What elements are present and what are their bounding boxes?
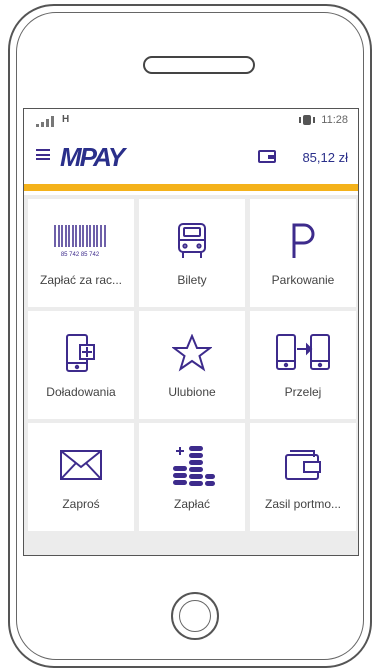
envelope-icon — [51, 443, 111, 487]
clock: 11:28 — [321, 114, 348, 126]
status-bar: H 11:28 — [24, 109, 358, 131]
tile-label: Zasil portmo... — [264, 497, 342, 511]
tile-label: Zapłać — [173, 497, 211, 511]
tile-pay[interactable]: Zapłać — [139, 423, 245, 531]
tile-label: Przelej — [284, 385, 322, 399]
tile-tickets[interactable]: Bilety — [139, 199, 245, 307]
tile-topups[interactable]: Doładowania — [28, 311, 134, 419]
tile-favorites[interactable]: Ulubione — [139, 311, 245, 419]
speaker-slot — [143, 56, 255, 74]
home-button[interactable] — [171, 592, 219, 640]
tile-label: Zapłać za rac... — [39, 273, 123, 287]
wallet-balance-icon[interactable] — [258, 150, 276, 163]
wallet-balance[interactable]: 85,12 zł — [302, 150, 348, 165]
menu-grid: 85 742 85 742 Zapłać za rac... Bilety Pa… — [24, 195, 358, 555]
tile-label: Doładowania — [46, 385, 116, 399]
bus-icon — [162, 219, 222, 263]
parking-icon — [273, 219, 333, 263]
tile-transfer[interactable]: Przelej — [250, 311, 356, 419]
tile-label: Parkowanie — [271, 273, 335, 287]
wallet-icon — [273, 443, 333, 487]
star-icon — [162, 331, 222, 375]
tile-parking[interactable]: Parkowanie — [250, 199, 356, 307]
tile-label: Ulubione — [168, 385, 216, 399]
accent-bar — [24, 184, 358, 191]
app-bar: MPAY 85,12 zł — [24, 135, 358, 179]
tile-label: Zaproś — [62, 497, 100, 511]
tile-top-up-wallet[interactable]: Zasil portmo... — [250, 423, 356, 531]
phone-screen: H 11:28 MPAY 85,12 zł 85 742 85 742 Zapł… — [23, 108, 359, 556]
tile-label: Bilety — [177, 273, 207, 287]
coins-icon — [162, 443, 222, 487]
hamburger-menu-icon[interactable] — [36, 149, 50, 160]
tile-invite[interactable]: Zaproś — [28, 423, 134, 531]
transfer-icon — [273, 331, 333, 375]
signal-icon — [36, 115, 58, 127]
network-type: H — [62, 114, 70, 125]
barcode-icon: 85 742 85 742 — [51, 219, 111, 263]
tile-pay-bills[interactable]: 85 742 85 742 Zapłać za rac... — [28, 199, 134, 307]
phone-topup-icon — [51, 331, 111, 375]
mpay-logo: MPAY — [60, 142, 125, 172]
barcode-number: 85 742 85 742 — [61, 252, 100, 258]
vibrate-icon — [299, 115, 316, 125]
